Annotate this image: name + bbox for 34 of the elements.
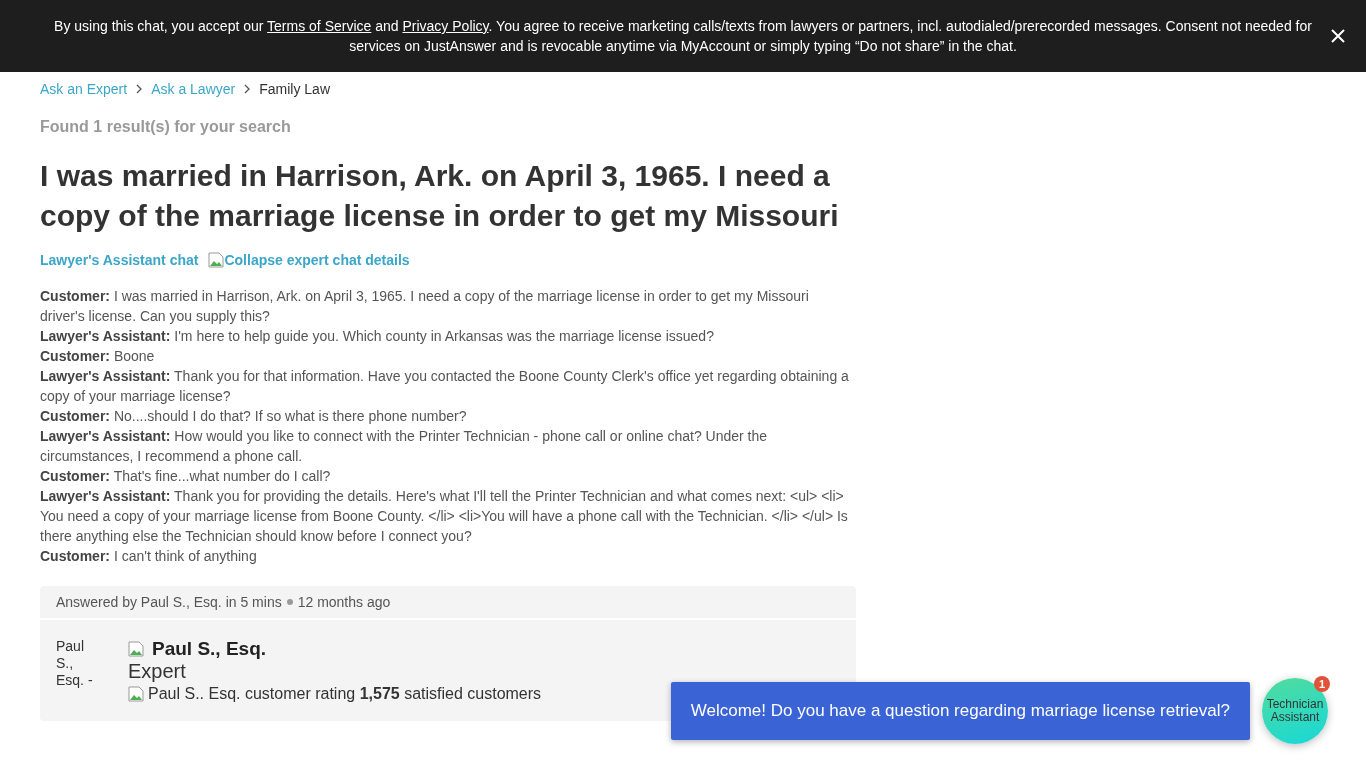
dot-separator — [286, 599, 293, 605]
answer-age: 12 months ago — [297, 594, 391, 610]
welcome-message[interactable]: Welcome! Do you have a question regarding marriage license retrieval? — [670, 682, 1250, 740]
expert-role: Expert — [128, 660, 187, 683]
chat-message: Lawyer's Assistant: I'm here to help guide you. Which county in Arkansas was the marriage license issued? — [40, 327, 715, 346]
breadcrumb-link[interactable]: Family Law — [259, 81, 330, 97]
notification-badge: 1 — [1314, 676, 1330, 692]
chat-message: Lawyer's Assistant: Thank you for providing the details. Here's what I'll tell the Printer Technician and what comes next: <ul> <li> You need a copy of your marriage license from Boone County. </li> <li>You will have a phone call with the Technician. </li> </ul> Is there anything else the Technician should know before I connect you? — [40, 487, 849, 546]
chevron-icon — [135, 84, 144, 94]
assistant-avatar-button[interactable]: Technician Assistant 1 — [1262, 678, 1328, 744]
broken-image-icon — [208, 252, 225, 268]
privacy-link[interactable]: Privacy Policy — [402, 18, 489, 34]
chat-title-link[interactable]: Lawyer's Assistant chat — [40, 252, 199, 268]
chat-message: Customer: I can't think of anything — [40, 547, 258, 566]
consent-text: By using this chat, you accept our Terms of Service and Privacy Policy. You agree to receive marketing calls/texts from lawyers or partners, incl. autodialed/prerecorded messages. Consent not needed for services on JustAnswer and is revocable anytime via MyAccount or simply typing “Do not share” in the chat. — [53, 17, 1313, 56]
rating-text: Paul S.. Esq. customer rating 1,575 satisfied customers — [148, 685, 542, 703]
chat-message: Customer: Boone — [40, 347, 156, 366]
expert-name: Paul S., Esq. — [152, 638, 267, 660]
breadcrumb-link[interactable]: Ask a Lawyer — [151, 81, 236, 97]
result-count: Found 1 result(s) for your search — [40, 118, 292, 136]
broken-image-icon — [128, 686, 144, 702]
chat-message: Lawyer's Assistant: Thank you for that information. Have you contacted the Boone County Clerk's office yet regarding obtaining a copy of your marriage license? — [40, 367, 850, 406]
broken-image-icon — [128, 641, 144, 657]
question-title: I was married in Harrison, Ark. on April 3, 1965. I need a copy of the marriage license in order to get my Missouri — [40, 158, 840, 234]
chat-message: Customer: I was married in Harrison, Ark. on April 3, 1965. I need a copy of the marriage license in order to get my Missouri driver's license. Can you supply this? — [40, 287, 810, 326]
chat-message: Customer: No....should I do that? If so what is there phone number? — [40, 407, 468, 426]
chat-message: Lawyer's Assistant: How would you like to connect with the Printer Technician - phone call or online chat? Under the circumstances, I recommend a phone call. — [40, 427, 769, 466]
answered-by: Answered by Paul S., Esq. in 5 mins — [56, 594, 282, 610]
chat-message: Customer: That's fine...what number do I call? — [40, 467, 332, 486]
chevron-icon — [243, 84, 252, 94]
collapse-chat-link[interactable]: Collapse expert chat details — [208, 252, 410, 268]
expert-avatar: Paul S., Esq. - — [56, 638, 94, 690]
terms-link[interactable]: Terms of Service — [267, 18, 372, 34]
breadcrumb-link[interactable]: Ask an Expert — [40, 81, 128, 97]
